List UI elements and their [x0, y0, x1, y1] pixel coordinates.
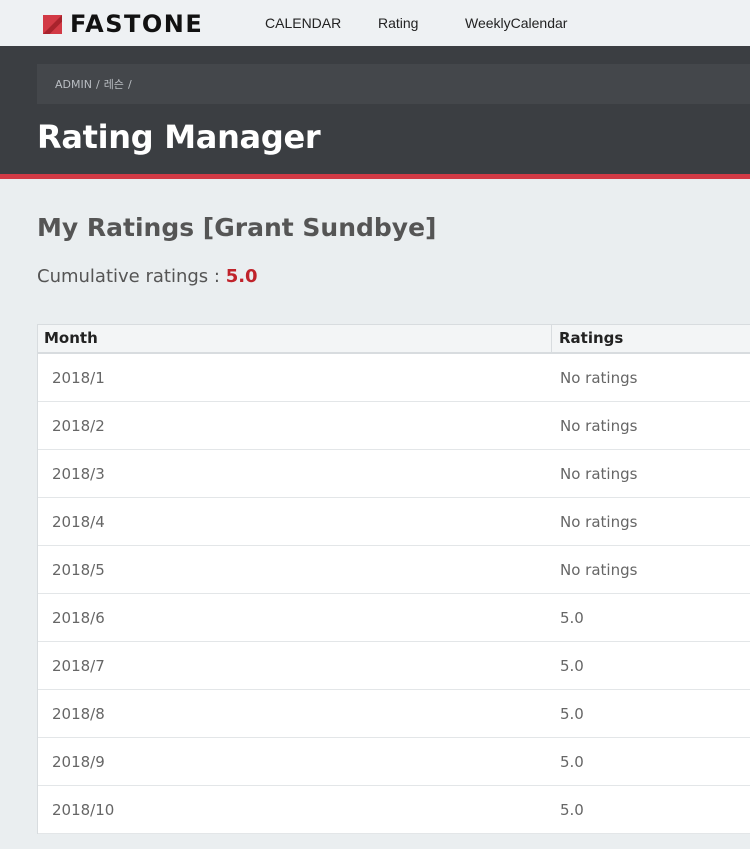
cell-month: 2018/9 [52, 752, 105, 771]
table-row: 2018/10 5.0 [38, 786, 750, 834]
cumulative-ratings: Cumulative ratings : 5.0 [37, 266, 258, 287]
cell-rating: No ratings [560, 416, 638, 435]
cell-rating: No ratings [560, 368, 638, 387]
cell-month: 2018/1 [52, 368, 105, 387]
table-row: 2018/7 5.0 [38, 642, 750, 690]
nav-weekly-calendar[interactable]: WeeklyCalendar [465, 15, 567, 31]
column-header-month: Month [38, 325, 552, 352]
cell-month: 2018/4 [52, 512, 105, 531]
breadcrumb: ADMIN / 레슨 / [37, 64, 750, 104]
cumulative-label: Cumulative ratings : [37, 266, 220, 287]
cell-month: 2018/10 [52, 800, 115, 819]
top-navbar: FASTONE CALENDAR Rating WeeklyCalendar [0, 0, 750, 46]
cell-rating: No ratings [560, 560, 638, 579]
table-row: 2018/3 No ratings [38, 450, 750, 498]
cumulative-value: 5.0 [225, 266, 258, 287]
cell-rating: No ratings [560, 464, 638, 483]
brand-name: FASTONE [70, 10, 204, 38]
header-accent-bar [0, 174, 750, 179]
cell-rating: 5.0 [560, 656, 584, 675]
column-header-ratings: Ratings [559, 329, 624, 347]
ratings-title: My Ratings [Grant Sundbye] [37, 213, 437, 242]
cell-rating: 5.0 [560, 800, 584, 819]
cell-month: 2018/5 [52, 560, 105, 579]
page-title: Rating Manager [37, 118, 321, 156]
nav-rating[interactable]: Rating [378, 15, 418, 31]
nav-calendar[interactable]: CALENDAR [265, 15, 341, 31]
table-row: 2018/5 No ratings [38, 546, 750, 594]
cell-rating: No ratings [560, 512, 638, 531]
logo-mark-icon [43, 14, 62, 34]
brand-logo[interactable]: FASTONE [43, 12, 203, 36]
table-row: 2018/8 5.0 [38, 690, 750, 738]
cell-rating: 5.0 [560, 608, 584, 627]
table-header: Month Ratings [38, 324, 750, 354]
cell-month: 2018/3 [52, 464, 105, 483]
cell-month: 2018/8 [52, 704, 105, 723]
breadcrumb-separator: / [95, 77, 100, 91]
table-row: 2018/4 No ratings [38, 498, 750, 546]
cell-rating: 5.0 [560, 704, 584, 723]
breadcrumb-item-lesson[interactable]: 레슨 [104, 76, 124, 92]
table-row: 2018/1 No ratings [38, 354, 750, 402]
ratings-table: Month Ratings 2018/1 No ratings 2018/2 N… [37, 324, 750, 834]
breadcrumb-item-admin[interactable]: ADMIN [55, 78, 92, 91]
breadcrumb-separator: / [127, 77, 132, 91]
table-row: 2018/2 No ratings [38, 402, 750, 450]
table-row: 2018/9 5.0 [38, 738, 750, 786]
cell-month: 2018/7 [52, 656, 105, 675]
cell-month: 2018/2 [52, 416, 105, 435]
cell-month: 2018/6 [52, 608, 105, 627]
table-row: 2018/6 5.0 [38, 594, 750, 642]
cell-rating: 5.0 [560, 752, 584, 771]
